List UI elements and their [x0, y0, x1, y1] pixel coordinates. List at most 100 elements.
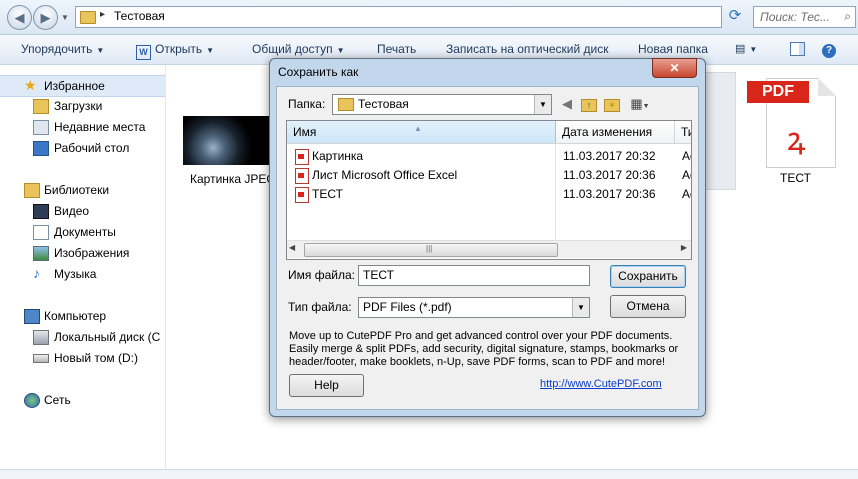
sidebar-item-downloads[interactable]: Загрузки: [0, 96, 165, 116]
new-folder-button[interactable]: Новая папка: [638, 42, 708, 56]
sidebar-item-desktop[interactable]: Рабочий стол: [0, 138, 165, 158]
pdf-file-icon: [295, 149, 309, 165]
folder-icon: [338, 98, 354, 111]
forward-button[interactable]: ▶: [33, 5, 58, 30]
column-header-date[interactable]: Дата изменения: [556, 121, 675, 144]
sidebar-item-libraries[interactable]: Библиотеки: [0, 180, 165, 200]
file-list[interactable]: ▲ Имя Дата изменения Ти Картинка 11.03.2…: [286, 120, 692, 260]
sidebar-item-network[interactable]: Сеть: [0, 390, 165, 410]
image-thumbnail[interactable]: [183, 116, 269, 165]
chevron-down-icon[interactable]: ▼: [534, 95, 551, 114]
filename-value: ТЕСТ: [363, 268, 394, 282]
sidebar-label: Изображения: [54, 246, 130, 260]
back-arrow-icon[interactable]: ◀: [558, 97, 576, 111]
pdf-file-icon[interactable]: PDF ꝝ: [747, 78, 836, 168]
close-icon: ✕: [669, 61, 680, 75]
scroll-right-icon[interactable]: ▶: [681, 243, 687, 252]
save-button[interactable]: Сохранить: [610, 265, 686, 288]
chevron-down-icon: ▼: [336, 46, 345, 55]
sidebar-label: Видео: [54, 204, 90, 218]
search-icon[interactable]: ⌕: [844, 9, 851, 24]
help-button[interactable]: Help: [289, 374, 364, 397]
burn-button[interactable]: Записать на оптический диск: [446, 42, 609, 56]
sidebar-item-pictures[interactable]: Изображения: [0, 243, 165, 263]
video-icon: [33, 204, 49, 219]
search-placeholder: Поиск: Тес...: [760, 10, 830, 24]
drive-icon: [33, 354, 49, 363]
organize-label: Упорядочить: [21, 42, 93, 56]
scrollbar-thumb[interactable]: |||: [304, 243, 558, 257]
sidebar-item-favorites[interactable]: ★ Избранное: [0, 75, 165, 97]
view-button[interactable]: ▤ ▼: [735, 42, 757, 55]
sidebar-label: Библиотеки: [44, 183, 110, 197]
column-header-type[interactable]: Ти: [675, 121, 691, 144]
chevron-down-icon: ▼: [749, 45, 758, 54]
page-fold: [818, 78, 836, 96]
pdf-file-icon: [295, 187, 309, 203]
folder-select[interactable]: Тестовая ▼: [332, 94, 552, 115]
pdf-banner: PDF: [747, 81, 809, 103]
file-label-image[interactable]: Картинка JPEG: [190, 172, 276, 186]
print-button[interactable]: Печать: [377, 42, 416, 56]
sidebar-item-video[interactable]: Видео: [0, 201, 165, 221]
recent-pages-dropdown-icon[interactable]: ▼: [61, 13, 69, 22]
burn-label: Записать на оптический диск: [446, 42, 609, 56]
sidebar-item-music[interactable]: ♪ Музыка: [0, 264, 165, 284]
file-thumbnail-partial[interactable]: [704, 72, 736, 190]
new-folder-label: Новая папка: [638, 42, 708, 56]
arrow-right-icon: ▶: [40, 10, 51, 25]
dialog-body: Папка: Тестовая ▼ ◀ ↑ ✶ ▦▼ ▲ Имя Дата из…: [276, 86, 699, 410]
sidebar-item-new-volume[interactable]: Новый том (D:): [0, 348, 165, 368]
address-field[interactable]: ▸ Тестовая ▼: [75, 6, 790, 28]
breadcrumb-folder[interactable]: Тестовая: [114, 9, 165, 23]
new-folder-icon[interactable]: ✶: [603, 97, 621, 112]
sidebar-item-recent[interactable]: Недавние места: [0, 117, 165, 137]
close-button[interactable]: ✕: [652, 58, 697, 78]
file-type: Ad: [682, 187, 691, 201]
file-row[interactable]: ТЕСТ 11.03.2017 20:36 Ad: [287, 185, 691, 204]
file-type: Ad: [682, 168, 691, 182]
acrobat-logo-icon: ꝝ: [787, 121, 806, 157]
folder-icon: [80, 11, 96, 24]
drive-icon: [33, 330, 49, 345]
save-as-dialog: Сохранить как ✕ Папка: Тестовая ▼ ◀ ↑ ✶ …: [269, 58, 706, 417]
refresh-icon[interactable]: ⟳: [726, 7, 744, 25]
downloads-folder-icon: [33, 99, 49, 114]
organize-button[interactable]: Упорядочить ▼: [21, 42, 104, 56]
column-label: Имя: [293, 125, 317, 139]
file-label-pdf[interactable]: ТЕСТ: [780, 171, 811, 185]
sidebar-item-computer[interactable]: Компьютер: [0, 306, 165, 326]
open-label: Открыть: [155, 42, 203, 56]
file-row[interactable]: Лист Microsoft Office Excel 11.03.2017 2…: [287, 166, 691, 185]
filename-input[interactable]: ТЕСТ: [358, 265, 590, 286]
filetype-select[interactable]: PDF Files (*.pdf) ▼: [358, 297, 590, 318]
sidebar-item-documents[interactable]: Документы: [0, 222, 165, 242]
cancel-button[interactable]: Отмена: [610, 295, 686, 318]
open-button[interactable]: W Открыть ▼: [136, 42, 214, 60]
sidebar-label: Сеть: [44, 393, 71, 407]
sidebar-item-local-disk[interactable]: Локальный диск (C: [0, 327, 165, 347]
documents-icon: [33, 225, 49, 240]
help-icon: ?: [822, 44, 836, 58]
scroll-left-icon[interactable]: ◀: [289, 243, 295, 252]
column-header-name[interactable]: ▲ Имя: [287, 121, 556, 144]
promo-text: Move up to CutePDF Pro and get advanced …: [289, 330, 679, 368]
preview-pane-icon: [790, 42, 805, 56]
file-row[interactable]: Картинка 11.03.2017 20:32 Ad: [287, 147, 691, 166]
share-button[interactable]: Общий доступ ▼: [252, 42, 345, 56]
sidebar-label: Локальный диск (C: [54, 330, 161, 344]
column-label: Ти: [681, 125, 691, 139]
chevron-down-icon[interactable]: ▼: [572, 298, 589, 317]
breadcrumb-separator[interactable]: ▸: [100, 9, 105, 20]
view-menu-icon[interactable]: ▦▼: [628, 97, 652, 111]
preview-pane-button[interactable]: [790, 42, 805, 59]
share-label: Общий доступ: [252, 42, 333, 56]
back-button[interactable]: ◀: [7, 5, 32, 30]
help-button-explorer[interactable]: ?: [822, 42, 836, 58]
up-folder-icon[interactable]: ↑: [580, 97, 598, 112]
horizontal-scrollbar[interactable]: ◀ ||| ▶: [287, 240, 691, 258]
pdf-file-icon: [295, 168, 309, 184]
cutepdf-link[interactable]: http://www.CutePDF.com: [540, 378, 662, 390]
search-input[interactable]: Поиск: Тес... ⌕: [753, 6, 856, 28]
folder-label: Папка:: [288, 97, 326, 111]
